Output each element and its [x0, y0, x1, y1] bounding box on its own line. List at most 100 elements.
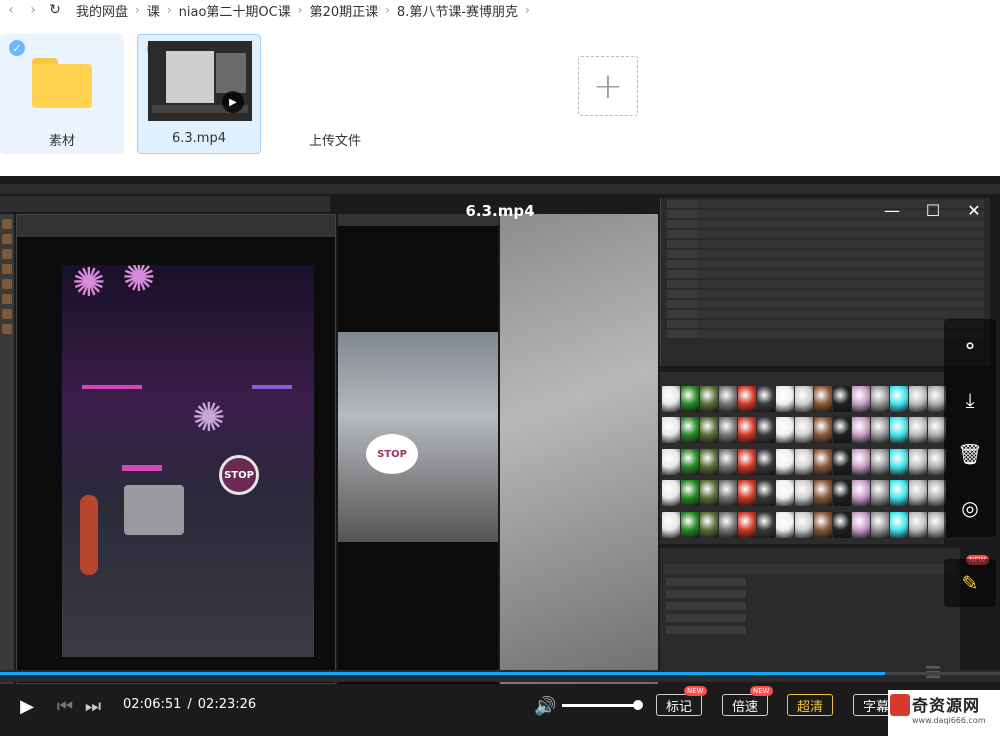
material-swatch [852, 511, 870, 538]
volume-knob[interactable] [633, 700, 643, 710]
material-swatch [871, 511, 889, 538]
play-icon[interactable]: ▶ [16, 694, 38, 718]
watermark-url: www.daqi666.com [912, 716, 986, 725]
material-swatch [871, 448, 889, 475]
material-swatch [890, 448, 908, 475]
material-swatch [738, 417, 756, 444]
watermark-name: 奇资源网 [912, 696, 981, 715]
player-controls: ▶ ⏮ ⏭ 02:06:51/02:23:26 🔊 标记 NEW 倍速 NEW … [0, 682, 1000, 730]
close-icon[interactable]: ✕ [962, 198, 986, 222]
video-title: 6.3.mp4 [465, 202, 535, 220]
material-swatch [814, 386, 832, 412]
chevron-right-icon: › [135, 3, 140, 17]
material-swatch [833, 417, 851, 444]
current-time: 02:06:51 [123, 697, 182, 712]
chevron-right-icon: › [525, 3, 530, 17]
material-swatch [700, 448, 718, 475]
next-icon[interactable]: ⏭ [82, 694, 104, 718]
material-swatch [719, 386, 737, 412]
video-content-middle-view: STOP [338, 214, 498, 684]
stop-sign: STOP [366, 434, 418, 474]
material-swatch [814, 417, 832, 444]
material-swatch [681, 480, 699, 507]
breadcrumb-item[interactable]: 课 [147, 1, 160, 20]
back-arrow-icon[interactable]: ‹ [0, 0, 22, 20]
refresh-icon[interactable]: ↻ [44, 0, 66, 20]
material-swatch [909, 386, 927, 412]
mark-button[interactable]: 标记 [656, 694, 702, 716]
video-player[interactable]: ✺ ✺ ✺ STOP STOP 6.3.mp4 — ☐ ✕ ⚬ ⤓ 🗑 ◎ ✎ … [0, 176, 1000, 736]
material-swatch [662, 386, 680, 412]
material-swatch [776, 448, 794, 475]
circle-target-icon[interactable]: ◎ [944, 481, 996, 535]
material-swatch [719, 448, 737, 475]
forward-arrow-icon[interactable]: › [22, 0, 44, 20]
progress-bar[interactable] [0, 672, 1000, 675]
material-swatch [700, 417, 718, 444]
video-content-scene: ✺ ✺ ✺ STOP [62, 265, 314, 657]
volume-slider[interactable] [562, 704, 638, 707]
material-swatch [738, 511, 756, 538]
netdisk-window: ‹ › ↻ 我的网盘 › 课 › niao第二十期OC课 › 第20期正课 › … [0, 0, 1000, 736]
material-swatch [871, 480, 889, 507]
volume-icon[interactable]: 🔊 [534, 696, 556, 717]
file-name: 素材 [48, 134, 75, 149]
material-swatch [662, 417, 680, 444]
material-swatch [852, 448, 870, 475]
breadcrumb-item[interactable]: niao第二十期OC课 [179, 1, 291, 20]
material-swatch [871, 386, 889, 412]
material-swatch [833, 448, 851, 475]
file-tile-video[interactable]: ✓ ▶ 6.3.mp4 [137, 34, 261, 154]
trash-icon[interactable]: 🗑 [944, 427, 996, 481]
speed-button[interactable]: 倍速 [722, 694, 768, 716]
upload-tile[interactable]: + 上传文件 [273, 34, 638, 154]
quality-button[interactable]: 超清 [787, 694, 833, 716]
video-content-3d-view [500, 214, 658, 684]
chevron-right-icon: › [297, 3, 303, 17]
minimize-icon[interactable]: — [880, 198, 904, 222]
material-swatch [814, 448, 832, 475]
file-tile-folder[interactable]: ✓ 素材 [0, 34, 124, 154]
site-watermark: 奇资源网 www.daqi666.com [888, 690, 1000, 736]
checkmark-icon[interactable]: ✓ [9, 40, 25, 56]
material-swatch [681, 511, 699, 538]
material-swatch [662, 480, 680, 507]
plus-icon[interactable]: + [578, 56, 638, 116]
material-swatch [909, 480, 927, 507]
material-swatch [871, 417, 889, 444]
breadcrumb-item[interactable]: 8.第八节课-赛博朋克 [397, 1, 518, 20]
download-icon[interactable]: ⤓ [944, 373, 996, 427]
watermark-logo-icon [890, 694, 910, 716]
material-swatch [890, 480, 908, 507]
share-icon[interactable]: ⚬ [944, 319, 996, 373]
material-swatch [719, 480, 737, 507]
upload-label: 上传文件 [308, 134, 361, 149]
material-swatch [700, 480, 718, 507]
video-content-material-grid [660, 372, 946, 544]
maximize-icon[interactable]: ☐ [921, 198, 945, 222]
material-swatch [890, 511, 908, 538]
pin-icon[interactable]: ✎ [944, 559, 996, 607]
new-badge: NEW [750, 686, 773, 696]
bus-shape [124, 485, 184, 535]
material-swatch [852, 417, 870, 444]
time-separator: / [187, 697, 192, 712]
material-swatch [909, 448, 927, 475]
previous-icon[interactable]: ⏮ [54, 694, 76, 718]
breadcrumb-bar: ‹ › ↻ 我的网盘 › 课 › niao第二十期OC课 › 第20期正课 › … [0, 0, 1000, 20]
video-thumbnail: ▶ [148, 41, 252, 121]
material-swatch [681, 448, 699, 475]
file-name: 6.3.mp4 [172, 131, 226, 146]
material-swatch [795, 386, 813, 412]
material-swatch [814, 511, 832, 538]
material-swatch [757, 480, 775, 507]
material-swatch [738, 386, 756, 412]
material-swatch [700, 511, 718, 538]
material-swatch [681, 417, 699, 444]
stop-sign: STOP [219, 455, 259, 495]
material-swatch [814, 480, 832, 507]
figure-shape [80, 495, 98, 575]
breadcrumb-item[interactable]: 第20期正课 [310, 1, 379, 20]
breadcrumb-item[interactable]: 我的网盘 [76, 1, 128, 20]
material-swatch [890, 417, 908, 444]
